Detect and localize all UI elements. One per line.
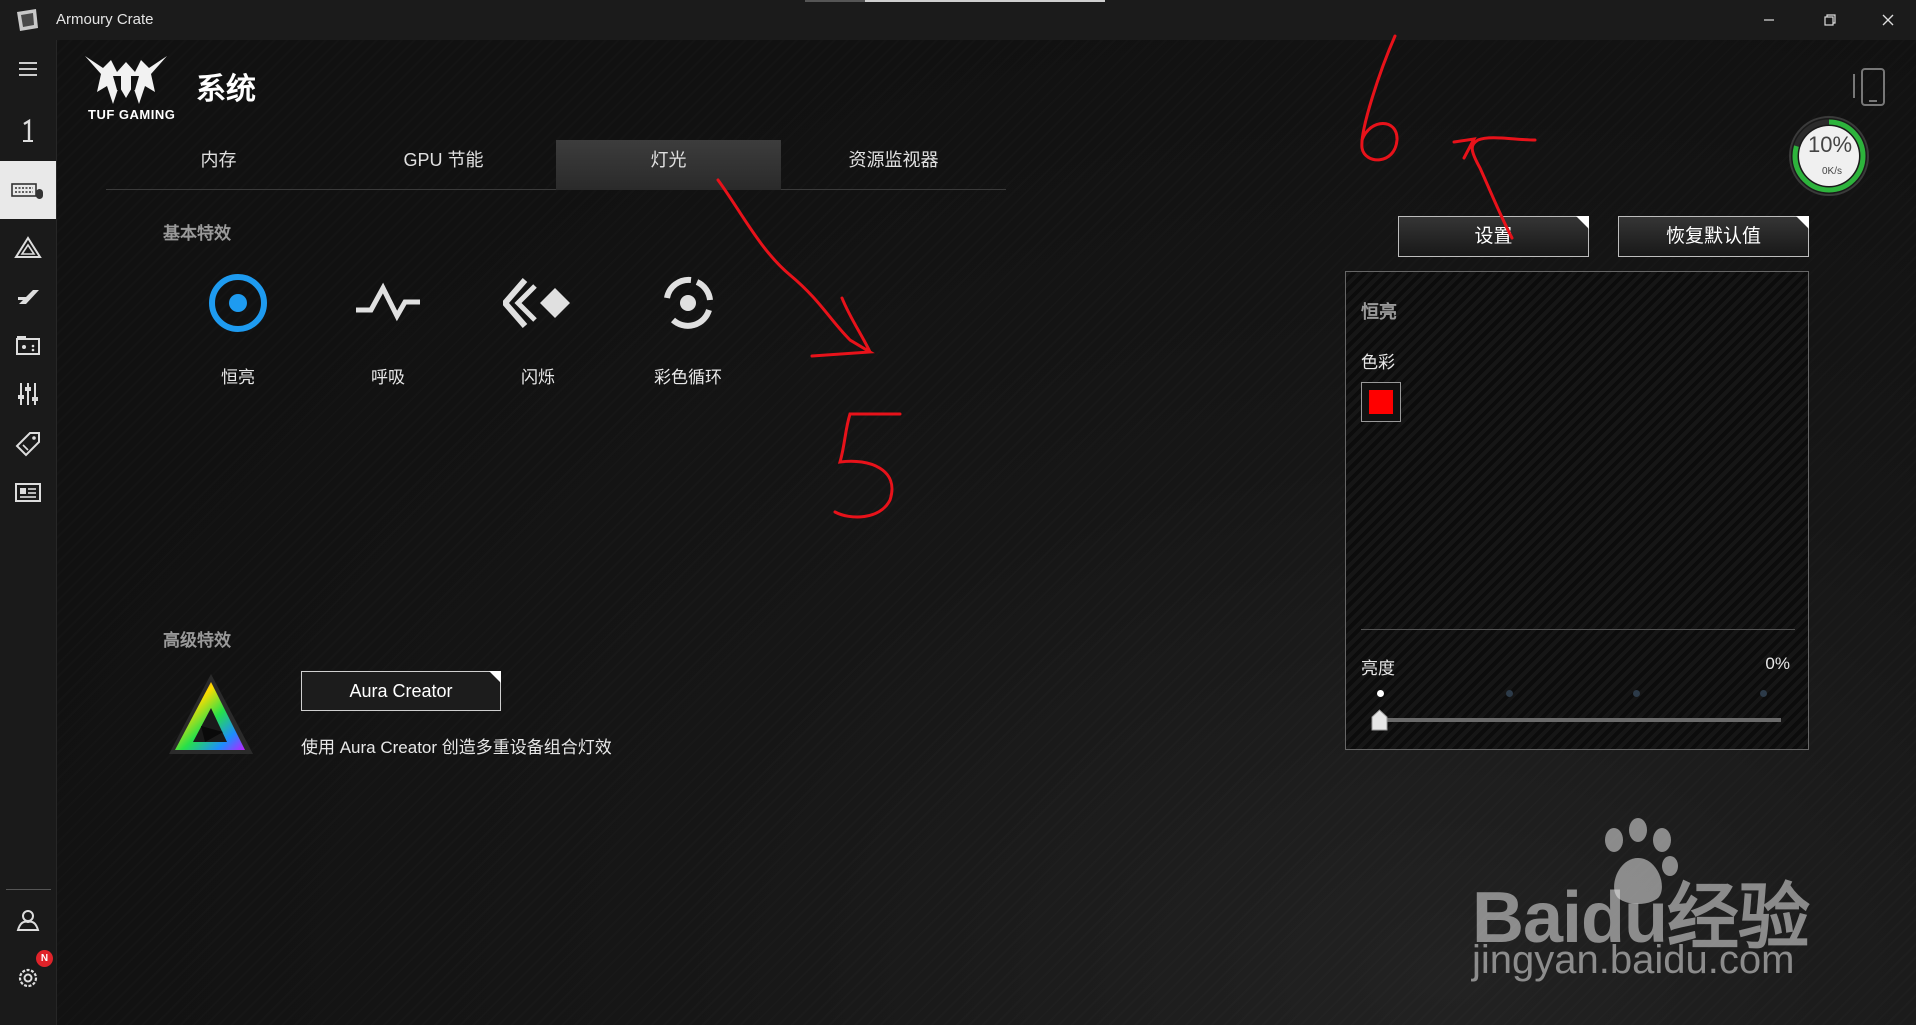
advanced-effects-heading: 高级特效 [163, 631, 231, 650]
effect-breathing[interactable]: 呼吸 [333, 268, 443, 398]
color-swatch-button[interactable] [1361, 382, 1401, 422]
cpu-percent: 10% [1807, 132, 1853, 157]
notification-badge: N [36, 950, 53, 967]
brightness-step-dot[interactable] [1506, 690, 1513, 697]
armoury-crate-app-icon [17, 9, 38, 31]
gamevisual-icon [18, 290, 39, 304]
window-title: Armoury Crate [56, 11, 154, 28]
reset-default-button[interactable]: 恢复默认值 [1618, 216, 1809, 257]
brightness-step-dot[interactable] [1760, 690, 1767, 697]
effect-static-label: 恒亮 [221, 368, 255, 387]
brightness-value: 0% [1765, 654, 1790, 673]
breathing-icon [356, 282, 420, 322]
panel-divider [1361, 629, 1795, 630]
brightness-label: 亮度 [1361, 659, 1395, 678]
tab-bar: 内存 GPU 节能 灯光 资源监视器 [106, 140, 1006, 190]
close-button[interactable] [1860, 0, 1916, 40]
brightness-slider-thumb[interactable] [1371, 709, 1388, 731]
device-phone-icon [1853, 68, 1885, 106]
sidebar-item-user-center[interactable] [0, 891, 56, 949]
effect-strobing-label: 闪烁 [521, 368, 555, 387]
sidebar-item-news[interactable] [0, 463, 56, 521]
effect-breathing-label: 呼吸 [371, 368, 405, 387]
color-swatch-fill [1369, 390, 1393, 414]
effect-color-cycle-label: 彩色循环 [654, 368, 722, 387]
effect-static[interactable]: 恒亮 [183, 268, 293, 398]
sidebar [0, 40, 57, 1025]
sidebar-item-home[interactable] [0, 102, 56, 160]
user-center-icon [16, 910, 40, 931]
effect-color-cycle[interactable]: 彩色循环 [633, 268, 743, 398]
aura-sync-icon [14, 236, 42, 258]
aura-creator-button[interactable]: Aura Creator [301, 671, 501, 711]
news-icon [15, 483, 41, 502]
tab-memory[interactable]: 内存 [106, 140, 331, 190]
effect-strobing[interactable]: 闪烁 [483, 268, 593, 398]
minimize-button[interactable] [1741, 0, 1797, 40]
static-icon [209, 274, 267, 332]
tab-lighting[interactable]: 灯光 [556, 140, 781, 190]
minimize-icon [1764, 19, 1774, 21]
restore-icon [1824, 14, 1836, 26]
sliders-icon [18, 383, 38, 405]
brightness-slider-track[interactable] [1376, 718, 1781, 722]
gear-icon [18, 968, 38, 988]
page-title: 系统 [196, 73, 256, 106]
panel-effect-title: 恒亮 [1361, 302, 1397, 322]
settings-button[interactable]: 设置 [1398, 216, 1589, 257]
color-cycle-icon [664, 276, 713, 329]
hamburger-icon [19, 62, 37, 76]
logo-text: TUF GAMING [88, 107, 176, 122]
sidebar-divider [6, 889, 51, 890]
title-bar-indicator-active [865, 0, 1105, 2]
sidebar-item-devices[interactable] [0, 161, 56, 219]
restore-button[interactable] [1802, 0, 1858, 40]
watermark-sub: jingyan.baidu.com [1472, 938, 1795, 982]
aura-creator-logo [169, 674, 253, 754]
title-bar: Armoury Crate [0, 0, 1916, 40]
color-label: 色彩 [1361, 353, 1395, 372]
aura-creator-description: 使用 Aura Creator 创造多重设备组合灯效 [301, 738, 612, 757]
brightness-step-dot[interactable] [1377, 690, 1384, 697]
home-device-icon [23, 118, 33, 142]
effect-settings-panel: 恒亮 色彩 亮度 0% [1345, 271, 1809, 750]
strobing-icon [501, 278, 570, 328]
tab-resource-monitor[interactable]: 资源监视器 [781, 140, 1006, 190]
game-library-icon [16, 336, 40, 355]
tag-icon [15, 432, 40, 457]
sidebar-menu-button[interactable] [0, 40, 56, 98]
brightness-step-dot[interactable] [1633, 690, 1640, 697]
keyboard-mouse-icon [11, 183, 43, 199]
tab-gpu-power-saving[interactable]: GPU 节能 [331, 140, 556, 190]
cpu-rate: 0K/s [1821, 166, 1842, 177]
close-icon [1882, 14, 1894, 26]
basic-effects-heading: 基本特效 [163, 224, 231, 243]
